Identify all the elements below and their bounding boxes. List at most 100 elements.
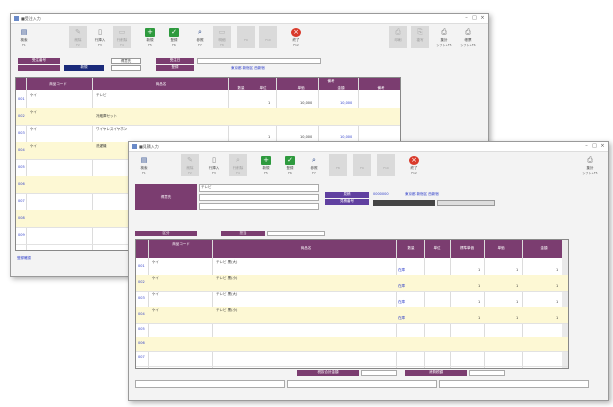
back-exit-button[interactable]: × 終了 F12 (287, 26, 305, 48)
back-window-title: ■受注入力 (21, 16, 41, 21)
row-amount: 1 (556, 300, 559, 304)
staff-field[interactable] (267, 231, 325, 236)
memo-field-3[interactable] (439, 380, 589, 388)
back-register-button[interactable]: ✓ 登録 F6 (165, 26, 183, 48)
row-amount: 10,000 (340, 135, 353, 139)
shortcut-key: シフト+F5 (436, 43, 452, 47)
document-icon: ▯ (212, 156, 216, 164)
plus-icon: + (145, 28, 155, 37)
front-new-button[interactable]: + 新規 F5 (257, 154, 275, 176)
back-total-button[interactable]: ⎙ 集計 シフト+F5 (435, 26, 453, 48)
front-delete-row-button[interactable]: ⌕ 行削除 F4 (229, 154, 247, 176)
row-name: テレビ 黒(小) (216, 276, 238, 280)
row-number: 003 (18, 131, 25, 135)
front-insert-row-button[interactable]: ▯ 行挿入 F3 (205, 154, 223, 176)
close-icon[interactable]: × (479, 15, 486, 22)
order-date-value: 登録 (156, 65, 194, 71)
row-name: 冷蔵庫セット (96, 114, 117, 118)
front-f9-button[interactable]: F9 (353, 154, 371, 176)
row-qty: 1 (268, 101, 271, 105)
front-f8-button[interactable]: F8 (329, 154, 347, 176)
back-report-button[interactable]: ⎙ 帳票 シフト+F6 (459, 26, 477, 48)
customer-sub-field-2[interactable] (199, 203, 319, 210)
estimate-code: 0000000 (373, 192, 389, 196)
front-search-button[interactable]: ▤ 検索 F1 (135, 154, 153, 176)
customer-sub-field[interactable] (199, 194, 319, 201)
customer-label: 得意先 (135, 184, 197, 210)
minimize-icon[interactable]: – (583, 143, 590, 150)
close-icon[interactable]: × (599, 143, 606, 150)
shortcut-key: F12 (411, 171, 417, 175)
front-reference-button[interactable]: ⌕ 参照 F7 (305, 154, 323, 176)
table-row[interactable]: 007 (136, 351, 568, 367)
shortcut-key: F2 (188, 171, 192, 175)
order-number-value[interactable]: 新規 (64, 65, 104, 71)
front-register-button[interactable]: ✓ 登録 F6 (281, 154, 299, 176)
table-row[interactable]: 002 ケイ 冷蔵庫セット (16, 108, 400, 126)
row-number: 007 (18, 199, 25, 203)
memo-field[interactable] (135, 380, 285, 388)
back-copy-button[interactable]: ⎘ 複写 (411, 26, 429, 48)
shortcut-key: F9 (360, 166, 364, 170)
staff-label: 担当 (221, 231, 265, 236)
maximize-icon[interactable]: □ (471, 15, 478, 22)
back-print-button[interactable]: ⎙ 印刷 (389, 26, 407, 48)
shortcut-key: F12 (293, 43, 299, 47)
maximize-icon[interactable]: □ (591, 143, 598, 150)
front-exit-button[interactable]: × 終了 F12 (405, 154, 423, 176)
estimate-number-tag: 見積番号 (325, 199, 369, 205)
row-stock: 在庫 (398, 316, 405, 320)
address-link[interactable]: 東京都 新宿区 西新宿 (231, 66, 265, 71)
back-insert-row-button[interactable]: ▯ 行挿入 F3 (91, 26, 109, 48)
address-link[interactable]: 東京都 新宿区 西新宿 (405, 192, 439, 197)
table-row[interactable]: 002 ケイ テレビ 黒(小) 在庫 1 1 1 (136, 275, 568, 292)
row-price: 1 (516, 300, 519, 304)
table-row[interactable]: 003 ケイ テレビ 黒(大) 在庫 1 1 1 (136, 291, 568, 308)
shortcut-key: F4 (120, 43, 124, 47)
table-row[interactable]: 004 ケイ テレビ 黒(小) 在庫 1 1 1 (136, 307, 568, 324)
back-detail-button[interactable]: ▭ 明細 F8 (213, 26, 231, 48)
row-amount: 1 (556, 284, 559, 288)
shortcut-key: F8 (220, 43, 224, 47)
search-icon: ⌕ (198, 28, 202, 36)
row-number: 009 (18, 233, 25, 237)
table-row[interactable]: 006 (136, 337, 568, 352)
back-f9-button[interactable]: F9 (237, 26, 255, 48)
front-total-button[interactable]: ⎙ 集計 シフト+F5 (581, 154, 599, 176)
row-number: 001 (18, 97, 25, 101)
button-label: 印刷 (394, 38, 402, 42)
row-number: 001 (138, 264, 145, 268)
button-label: 複写 (416, 38, 424, 42)
table-row[interactable]: 001 ケイ テレビ 1 10,000 10,000 (16, 91, 400, 109)
row-code: ケイ (152, 308, 159, 312)
shortcut-key: F7 (198, 43, 202, 47)
row-number: 007 (138, 355, 145, 359)
front-titlebar: ■見積入力 – □ × (129, 142, 608, 152)
row-name: テレビ 黒(小) (216, 308, 238, 312)
row-number: 008 (18, 216, 25, 220)
table-row[interactable]: 005 (136, 323, 568, 338)
table-row[interactable]: 001 ケイ テレビ 黒(大) 在庫 1 1 1 (136, 259, 568, 276)
back-search-button[interactable]: ▤ 検索 F1 (15, 26, 33, 48)
minimize-icon[interactable]: – (463, 15, 470, 22)
report-icon: ⎙ (465, 28, 471, 36)
customer-name-field[interactable]: テレビ (199, 184, 319, 192)
customer-value[interactable] (111, 65, 141, 71)
back-delete-button[interactable]: ✎ 削除 F2 (69, 26, 87, 48)
col-top-note: 備考 (327, 79, 335, 83)
memo-field-2[interactable] (287, 380, 437, 388)
shortcut-key: F5 (264, 171, 268, 175)
row-stock: 在庫 (398, 268, 405, 272)
back-reference-button[interactable]: ⌕ 参照 F7 (191, 26, 209, 48)
app-icon (132, 144, 137, 149)
close-circle-icon: × (291, 28, 301, 37)
col-std-price: 標準単価 (460, 246, 474, 250)
back-f10-button[interactable]: F10 (259, 26, 277, 48)
header-text-field[interactable] (197, 58, 321, 64)
row-amount: 10,000 (340, 101, 353, 105)
front-delete-button[interactable]: ✎ 削除 F2 (181, 154, 199, 176)
subtotal-label: 税抜合計金額 (297, 370, 359, 376)
front-f10-button[interactable]: F10 (377, 154, 395, 176)
back-delete-row-button[interactable]: ▭ 行削除 F4 (113, 26, 131, 48)
back-new-button[interactable]: + 新規 F5 (141, 26, 159, 48)
